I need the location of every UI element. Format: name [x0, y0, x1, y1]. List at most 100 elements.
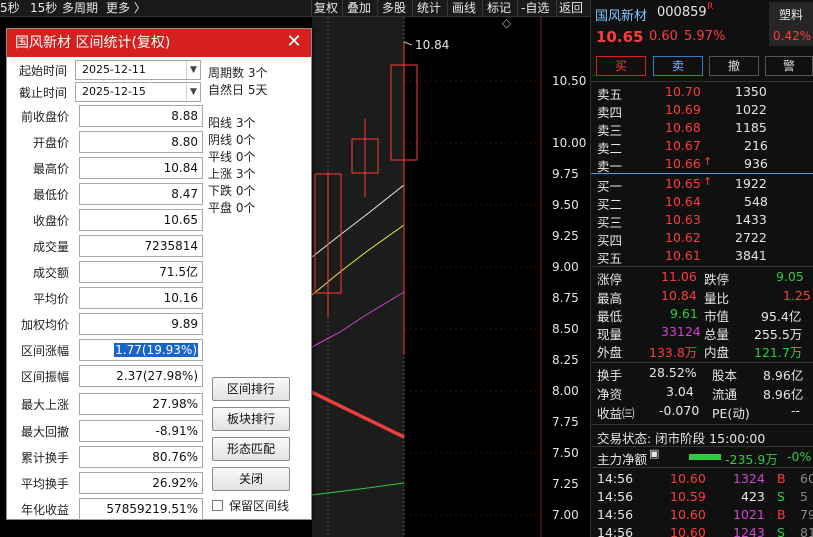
tick-side: S	[777, 525, 785, 537]
main-flow-bar	[689, 454, 721, 460]
stat-label: PE(动)	[712, 406, 750, 421]
bid-price[interactable]: 10.63	[665, 212, 701, 227]
tick-price: 10.60	[670, 507, 706, 522]
restore-rights-button[interactable]: 复权	[314, 0, 338, 17]
close-button[interactable]: 关闭	[212, 467, 290, 491]
bid-vol: 2722	[735, 230, 767, 245]
multi-period-button[interactable]: 多周期	[62, 0, 98, 17]
stat-text: 下跌 0个	[208, 184, 256, 198]
arrow-up-icon: ↑	[703, 155, 713, 168]
stat-text: 自然日 5天	[208, 83, 268, 97]
field-value: 9.89	[79, 313, 203, 335]
keep-range-checkbox[interactable]	[212, 500, 223, 511]
tick-price: 10.59	[670, 489, 706, 504]
buy-tab[interactable]: 买	[596, 56, 646, 76]
mark-button[interactable]: 标记	[487, 0, 511, 17]
field-label: 前收盘价	[20, 110, 69, 124]
cancel-tab[interactable]: 撤	[709, 56, 759, 76]
field-label: 年化收益	[20, 503, 69, 517]
stat-value: 11.06	[661, 269, 697, 284]
field-label: 成交额	[32, 266, 69, 280]
start-time-picker[interactable]: 2025-12-11 ▼	[75, 60, 201, 80]
bid-vol: 1922	[735, 176, 767, 191]
bid-label: 买五	[597, 251, 623, 266]
sector-name: 塑料	[779, 8, 804, 22]
ask-vol: 1350	[735, 84, 767, 99]
sector-pct: 0.42%	[773, 29, 812, 43]
back-button[interactable]: 返回	[559, 0, 583, 17]
tick-side: B	[777, 507, 786, 522]
stat-label: 现量	[597, 327, 623, 342]
ask-price[interactable]: 10.67	[665, 138, 701, 153]
axis-label: 9.75	[552, 167, 579, 181]
ask-price[interactable]: 10.66	[665, 156, 701, 171]
pattern-match-button[interactable]: 形态匹配	[212, 437, 290, 461]
watchlist-button[interactable]: -自选	[521, 0, 549, 17]
stat-text: 阴线 0个	[208, 133, 256, 147]
ask-label: 卖四	[597, 105, 623, 120]
chevron-down-icon[interactable]: ▼	[186, 61, 200, 79]
field-value: 26.92%	[79, 472, 203, 494]
multi-stock-button[interactable]: 多股	[382, 0, 406, 17]
tick-price: 10.60	[670, 471, 706, 486]
stat-value: 9.05	[776, 269, 804, 284]
axis-label: 8.25	[552, 353, 579, 367]
range-rank-button[interactable]: 区间排行	[212, 377, 290, 401]
overlay-button[interactable]: 叠加	[347, 0, 371, 17]
field-label: 平均价	[32, 292, 69, 306]
stat-value: 8.96亿	[763, 387, 804, 402]
ask-label: 卖二	[597, 141, 623, 156]
bid-price[interactable]: 10.64	[665, 194, 701, 209]
end-time-picker[interactable]: 2025-12-15 ▼	[75, 82, 201, 102]
stat-label: 换手	[597, 368, 623, 383]
ask-price[interactable]: 10.69	[665, 102, 701, 117]
ask-price[interactable]: 10.70	[665, 84, 701, 99]
tick-time: 14:56	[597, 471, 634, 486]
stat-label: 最高	[597, 291, 623, 306]
quote-panel: 国风新材 000859 R 塑料 0.42% 10.65 0.60 5.97% …	[590, 0, 813, 537]
axis-label: 9.00	[552, 260, 579, 274]
stat-label: 股本	[712, 368, 738, 383]
axis-label: 9.25	[552, 229, 579, 243]
range-highlight	[312, 17, 404, 537]
close-icon[interactable]: ✕	[285, 33, 303, 51]
bid-label: 买二	[597, 197, 623, 212]
tick-count: 60	[800, 471, 813, 486]
bid-label: 买四	[597, 233, 623, 248]
tick-price: 10.60	[670, 525, 706, 537]
field-label: 开盘价	[32, 136, 69, 150]
high-marker-arrow	[403, 41, 413, 46]
field-value: 57859219.51%	[79, 498, 203, 520]
sector-box[interactable]: 塑料 0.42%	[769, 2, 813, 46]
tick-vol: 423	[741, 489, 765, 504]
grid-lines	[405, 80, 541, 516]
more-button[interactable]: 更多 〉	[106, 0, 146, 17]
chevron-down-icon[interactable]: ▼	[186, 83, 200, 101]
statistics-button[interactable]: 统计	[417, 0, 441, 17]
field-value: 2.37(27.98%)	[79, 365, 203, 387]
diamond-icon[interactable]: ◇	[502, 16, 511, 30]
range-gain-field[interactable]: 1.77(19.93%)	[79, 339, 203, 361]
bid-price[interactable]: 10.61	[665, 248, 701, 263]
ask-price[interactable]: 10.68	[665, 120, 701, 135]
stat-value: 9.61	[670, 306, 698, 321]
field-label: 累计换手	[20, 451, 69, 465]
tick-count: 81	[800, 525, 813, 537]
draw-line-button[interactable]: 画线	[452, 0, 476, 17]
stat-label: 流通	[712, 387, 738, 402]
period-5s[interactable]: 5秒	[0, 0, 20, 17]
period-15s[interactable]: 15秒	[30, 0, 57, 17]
main-flow-label: 主力净额	[597, 452, 648, 467]
dropdown-icon[interactable]: ▣	[649, 447, 659, 460]
alert-tab[interactable]: 警	[765, 56, 813, 76]
bid-price[interactable]: 10.65	[665, 176, 701, 191]
field-value: 8.47	[79, 183, 203, 205]
sell-tab[interactable]: 卖	[653, 56, 703, 76]
sector-rank-button[interactable]: 板块排行	[212, 407, 290, 431]
stat-value: -0.070	[659, 403, 700, 418]
stock-name[interactable]: 国风新材	[595, 5, 647, 24]
bid-price[interactable]: 10.62	[665, 230, 701, 245]
axis-label: 10.00	[552, 136, 587, 150]
stat-value: --	[791, 403, 801, 418]
field-value: 7235814	[79, 235, 203, 257]
